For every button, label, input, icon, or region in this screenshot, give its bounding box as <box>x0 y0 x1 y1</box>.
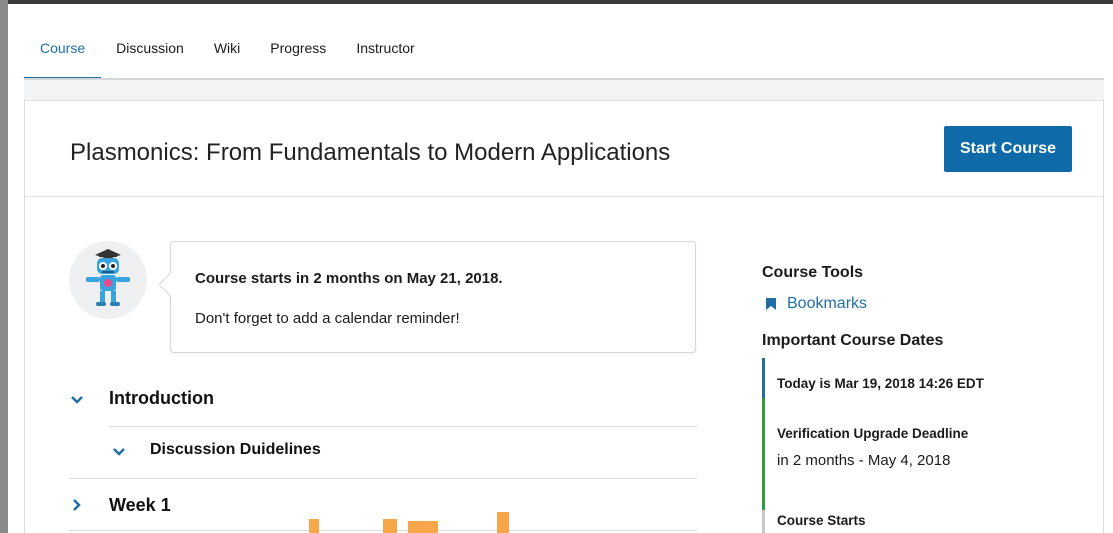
logo-fragment <box>408 521 438 533</box>
bookmark-icon <box>766 298 776 310</box>
course-home-card: Plasmonics: From Fundamentals to Modern … <box>24 100 1104 533</box>
section-week-1[interactable]: Week 1 <box>109 495 171 516</box>
timeline-today-marker <box>762 358 765 398</box>
avatar <box>69 241 147 319</box>
row-divider <box>109 426 697 427</box>
verification-deadline-title: Verification Upgrade Deadline <box>777 426 969 441</box>
today-date: Today is Mar 19, 2018 14:26 EDT <box>777 376 984 391</box>
welcome-message: Course starts in 2 months on May 21, 201… <box>170 241 696 353</box>
course-tools-heading: Course Tools <box>762 264 864 281</box>
tab-course[interactable]: Course <box>24 30 102 80</box>
timeline-course-start-marker <box>762 510 765 533</box>
course-tabs: Course Discussion Wiki Progress Instruct… <box>24 30 1104 80</box>
logo-fragment <box>309 519 319 533</box>
subsection-discussion-guidelines[interactable]: Discussion Duidelines <box>150 441 321 459</box>
course-starts-title: Course Starts <box>777 513 866 528</box>
row-divider <box>69 478 697 479</box>
tab-wiki[interactable]: Wiki <box>199 30 255 78</box>
chevron-down-icon[interactable] <box>111 444 127 460</box>
logo-fragment <box>383 519 397 533</box>
tabs-band <box>24 80 1104 100</box>
tab-progress[interactable]: Progress <box>255 30 341 78</box>
page-title: Plasmonics: From Fundamentals to Modern … <box>70 139 671 166</box>
course-start-notice: Course starts in 2 months on May 21, 201… <box>195 270 503 287</box>
bookmarks-label: Bookmarks <box>787 295 868 312</box>
tab-instructor[interactable]: Instructor <box>341 30 429 78</box>
chevron-right-icon[interactable] <box>69 497 85 513</box>
timeline-verification-marker <box>762 398 765 510</box>
start-course-button[interactable]: Start Course <box>944 126 1072 172</box>
window-frame-left <box>0 0 8 533</box>
verification-deadline-date: in 2 months - May 4, 2018 <box>777 452 951 469</box>
header-divider <box>25 196 1103 197</box>
robot-mascot-icon <box>86 249 130 306</box>
important-dates-heading: Important Course Dates <box>762 332 944 349</box>
section-introduction[interactable]: Introduction <box>109 388 214 409</box>
chevron-down-icon[interactable] <box>69 392 85 408</box>
calendar-reminder-text: Don't forget to add a calendar reminder! <box>195 310 460 327</box>
tab-discussion[interactable]: Discussion <box>101 30 199 78</box>
bookmarks-link[interactable]: Bookmarks <box>765 295 867 313</box>
window-frame-top <box>0 0 1113 4</box>
logo-fragment <box>497 512 509 533</box>
